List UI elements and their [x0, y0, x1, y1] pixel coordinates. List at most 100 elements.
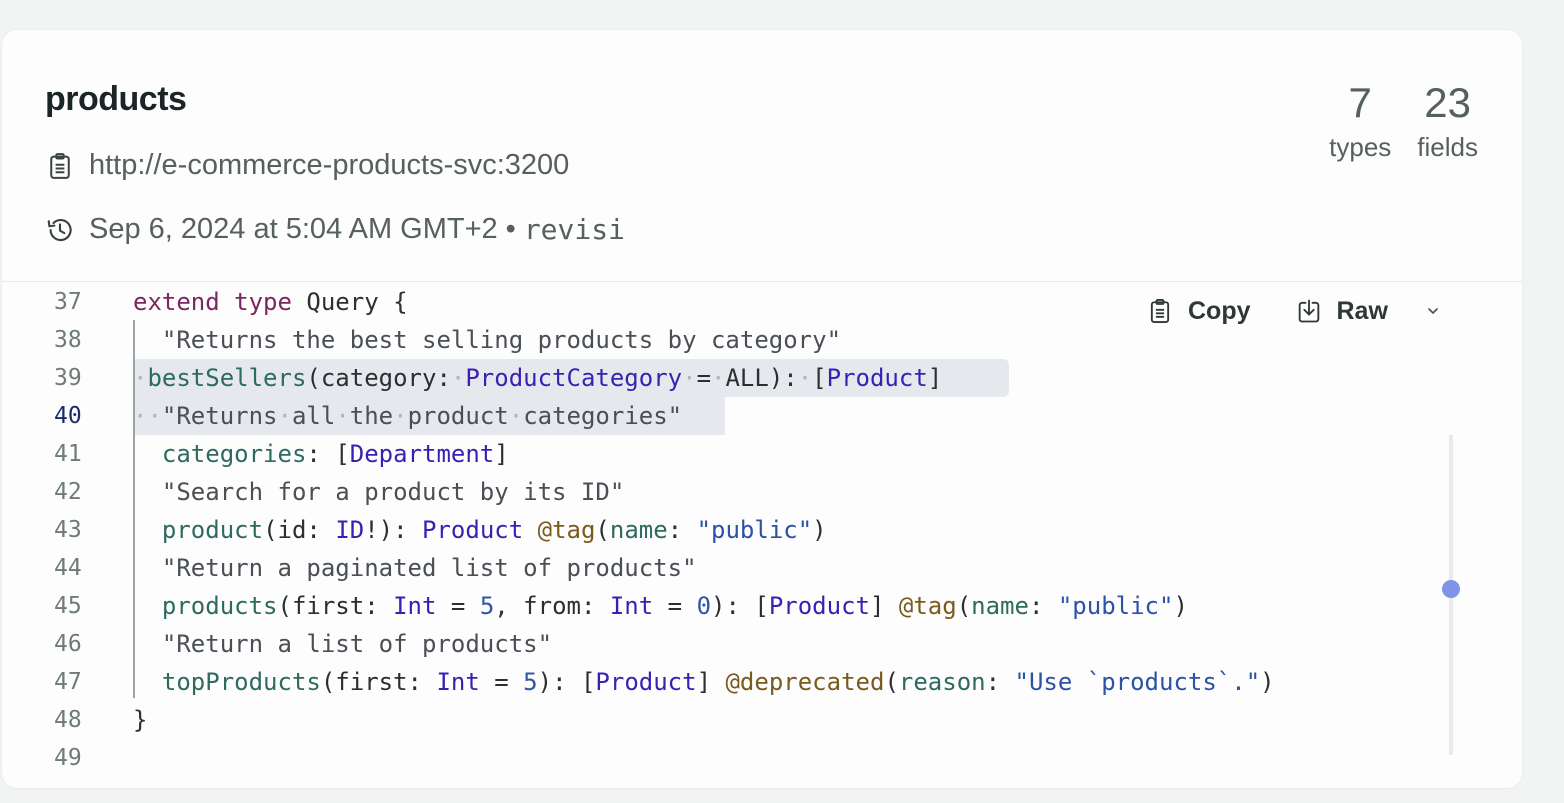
code-token: } [133, 706, 148, 734]
code-viewer[interactable]: 37 extend type Query {38 "Returns the bes… [2, 283, 1522, 803]
code-token: ( [884, 668, 899, 696]
code-token: 5 [479, 592, 495, 620]
code-token: (id: [263, 516, 336, 544]
line-number: 44 [54, 555, 82, 581]
subgraph-url-row: http://e-commerce-products-svc:3200 [45, 149, 569, 182]
code-token: · [508, 402, 524, 430]
subgraph-url[interactable]: http://e-commerce-products-svc:3200 [89, 149, 569, 182]
code-token: (first: [277, 592, 394, 620]
code-token: ] [696, 668, 726, 696]
code-token: 5 [523, 668, 538, 696]
code-line: 42 "Search for a product by its ID" [2, 473, 1522, 511]
code-token: ) [812, 516, 827, 544]
code-token: Query { [291, 288, 408, 316]
code-token: name [971, 592, 1029, 620]
chevron-down-icon[interactable] [1426, 304, 1440, 318]
code-token: "public" [696, 516, 813, 544]
separator-dot: • [505, 213, 516, 245]
line-number: 39 [54, 365, 82, 391]
clipboard-icon [1146, 296, 1174, 326]
code-token: ( [956, 592, 972, 620]
code-token: "Returns the best selling products by ca… [161, 326, 842, 354]
code-token: Product [768, 592, 870, 620]
code-token: Int [393, 592, 437, 620]
code-token: the [349, 402, 394, 430]
code-token: ) [1173, 592, 1188, 620]
code-token: : [667, 516, 697, 544]
schema-card: products http://e-commerce-products-svc:… [1, 29, 1523, 789]
code-line: 43 product(id: ID!): Product @tag(name: … [2, 511, 1522, 549]
history-icon [45, 215, 75, 245]
line-source: products(first: Int = 5, from: Int = 0):… [133, 587, 1188, 625]
scrollbar-thumb[interactable] [1442, 579, 1460, 598]
code-token: ] [927, 364, 943, 392]
code-token: "Use `products`." [1014, 668, 1261, 696]
stat-types: 7 types [1329, 78, 1391, 164]
code-line: 45 products(first: Int = 5, from: Int = … [2, 587, 1522, 625]
code-token: "Returns [161, 402, 278, 430]
revision-row: Sep 6, 2024 at 5:04 AM GMT+2 • revisi [45, 213, 625, 246]
stat-value: 7 [1348, 79, 1372, 126]
code-token: = [653, 592, 697, 620]
code-token: : [985, 668, 1015, 696]
code-line: 39 ·bestSellers(category:·ProductCategory… [2, 359, 1522, 397]
code-token: · [335, 402, 350, 430]
code-token: ID [335, 516, 365, 544]
code-token: ): [ [711, 592, 769, 620]
code-token: product [161, 516, 264, 544]
line-number: 40 [54, 403, 82, 429]
line-number: 41 [54, 441, 82, 467]
code-token: 0 [696, 592, 712, 620]
code-token: ALL): [725, 364, 798, 392]
code-token: · [393, 402, 408, 430]
code-token: · [133, 364, 148, 392]
revision-id[interactable]: revisi [524, 213, 625, 246]
code-token: categories [161, 440, 307, 468]
line-source: product(id: ID!): Product @tag(name: "pu… [133, 511, 827, 549]
code-token: · [682, 364, 697, 392]
code-token: Int [436, 668, 480, 696]
stat-label: fields [1417, 132, 1478, 162]
line-number: 49 [54, 745, 82, 771]
code-token: : [1028, 592, 1058, 620]
code-token: reason [898, 668, 986, 696]
line-source: ··"Returns·all·the·product·categories" [133, 397, 682, 435]
code-token: extend [133, 288, 220, 316]
code-line: 38 "Returns the best selling products by… [2, 321, 1522, 359]
copy-button[interactable]: Copy [1146, 296, 1251, 326]
code-token: Department [349, 440, 495, 468]
code-token: ): [ [537, 668, 596, 696]
clipboard-icon [45, 151, 75, 181]
revision-date: Sep 6, 2024 at 5:04 AM GMT+2 [89, 213, 498, 245]
code-token: @tag [898, 592, 957, 620]
line-source: "Returns the best selling products by ca… [133, 321, 841, 359]
line-source: } [133, 701, 147, 739]
code-token: = [436, 592, 480, 620]
schema-stats: 7 types 23 fields [1329, 78, 1478, 164]
code-token: all [291, 402, 336, 430]
code-line: 41 categories: [Department] [2, 435, 1522, 473]
line-source: categories: [Department] [133, 435, 509, 473]
line-source: "Return a list of products" [133, 625, 552, 663]
code-token: ProductCategory [465, 364, 683, 392]
raw-button[interactable]: Raw [1295, 296, 1388, 326]
line-number: 38 [54, 327, 82, 353]
code-token: product [407, 402, 509, 430]
code-token: ] [494, 440, 509, 468]
line-number: 45 [54, 593, 82, 619]
download-icon [1295, 296, 1323, 326]
code-line: 49 [2, 739, 1522, 777]
raw-label: Raw [1336, 296, 1388, 325]
code-token: @deprecated [725, 668, 885, 696]
code-token: Product [422, 516, 524, 544]
copy-label: Copy [1188, 296, 1251, 325]
code-token: "Return a list of products" [161, 630, 553, 658]
stat-label: types [1329, 132, 1392, 162]
code-token: topProducts [161, 668, 321, 696]
